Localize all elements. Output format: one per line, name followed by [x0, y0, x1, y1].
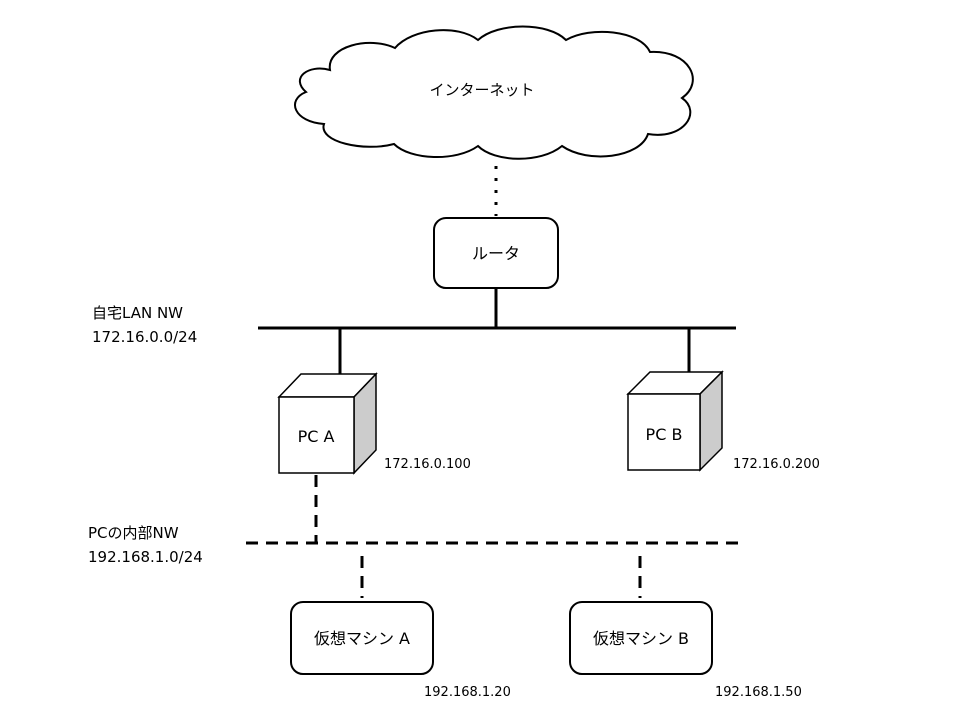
pc-b-node: PC B	[626, 370, 724, 472]
vm-a-node: 仮想マシン A	[290, 601, 434, 675]
vm-b-label: 仮想マシン B	[593, 629, 689, 648]
internet-label: インターネット	[429, 81, 534, 99]
pc-a-node: PC A	[277, 372, 378, 475]
pc-b-ip: 172.16.0.200	[733, 457, 820, 472]
home-lan-name: 自宅LAN NW	[92, 304, 183, 322]
pc-internal-cidr: 192.168.1.0/24	[88, 548, 203, 566]
router-label: ルータ	[472, 244, 520, 263]
network-diagram: インターネット ルータ 自宅LAN NW 172.16.0.0/24 PC A …	[88, 25, 820, 700]
pc-internal-name: PCの内部NW	[88, 524, 179, 542]
pc-a-ip: 172.16.0.100	[384, 457, 471, 472]
vm-b-ip: 192.168.1.50	[715, 685, 802, 700]
pc-b-label: PC B	[646, 425, 683, 444]
home-lan-cidr: 172.16.0.0/24	[92, 328, 197, 346]
pc-a-label: PC A	[298, 427, 335, 446]
vm-a-label: 仮想マシン A	[314, 629, 410, 648]
vm-b-node: 仮想マシン B	[569, 601, 713, 675]
vm-a-ip: 192.168.1.20	[424, 685, 511, 700]
router-node: ルータ	[433, 217, 559, 289]
internet-cloud: インターネット	[294, 25, 694, 160]
